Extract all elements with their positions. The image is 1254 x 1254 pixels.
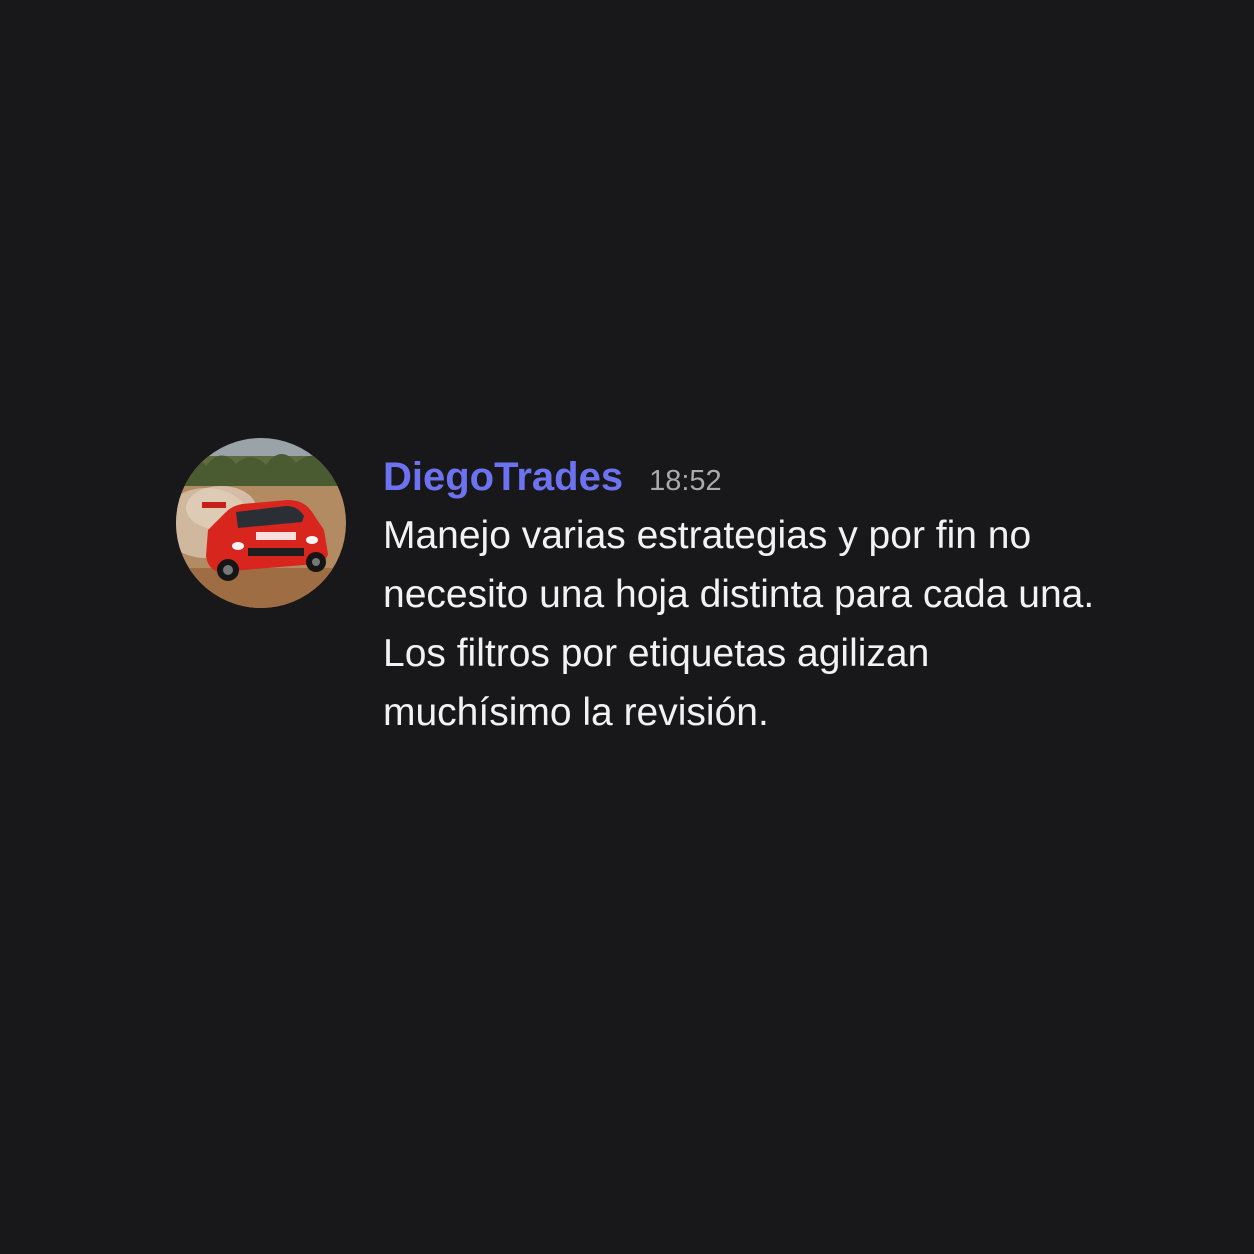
username[interactable]: DiegoTrades bbox=[383, 450, 623, 504]
message-line: Manejo varias estrategias y por fin no bbox=[383, 514, 1032, 557]
message-line: Los filtros por etiquetas agilizan bbox=[383, 632, 930, 675]
avatar[interactable] bbox=[176, 438, 346, 608]
message-line: necesito una hoja distinta para cada una… bbox=[383, 573, 1095, 616]
chat-message: DiegoTrades 18:52 Manejo varias estrateg… bbox=[176, 438, 1176, 742]
message-header: DiegoTrades 18:52 bbox=[383, 450, 1094, 504]
timestamp: 18:52 bbox=[649, 465, 722, 497]
message-body: Manejo varias estrategias y por fin no n… bbox=[383, 506, 1094, 742]
message-line: muchísimo la revisión. bbox=[383, 691, 769, 734]
message-content: DiegoTrades 18:52 Manejo varias estrateg… bbox=[383, 450, 1094, 742]
rally-car-avatar-icon bbox=[176, 438, 346, 608]
